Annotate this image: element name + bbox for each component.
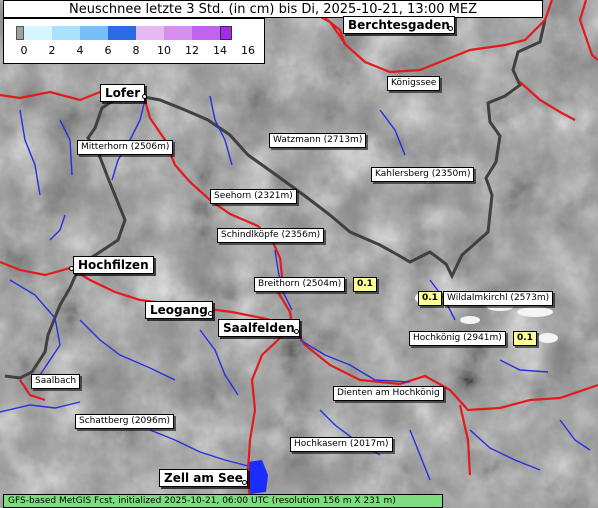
map-title: Neuschnee letzte 3 Std. (in cm) bis Di, … <box>3 0 543 18</box>
town-label-saalfelden[interactable]: Saalfelden <box>218 319 300 337</box>
town-marker <box>142 94 147 99</box>
peak-label-hochkoenig[interactable]: Hochkönig (2941m) <box>409 331 506 346</box>
peak-label-seehorn[interactable]: Seehorn (2321m) <box>210 189 297 204</box>
legend-tick: 8 <box>132 44 140 57</box>
snow-value-hochkoenig: 0.1 <box>513 331 537 346</box>
town-label-leogang[interactable]: Leogang <box>145 301 213 319</box>
legend: 0 2 4 6 8 10 12 14 16 <box>3 18 265 64</box>
legend-swatch-4 <box>108 26 136 40</box>
peak-label-schindlkoepfe[interactable]: Schindlköpfe (2356m) <box>217 228 325 243</box>
legend-tick: 6 <box>104 44 112 57</box>
town-label-zell-am-see[interactable]: Zell am See <box>159 469 248 487</box>
legend-tick: 10 <box>157 44 171 57</box>
snow-value-wildalmkirchl: 0.1 <box>418 291 442 306</box>
peak-label-schattberg[interactable]: Schattberg (2096m) <box>75 414 174 429</box>
peak-label-breithorn[interactable]: Breithorn (2504m) <box>254 277 346 292</box>
legend-swatch-7 <box>192 26 220 40</box>
peak-label-hochkasern[interactable]: Hochkasern (2017m) <box>290 437 393 452</box>
peak-label-wildalmkirchl[interactable]: Wildalmkirchl (2573m) <box>443 291 554 306</box>
legend-swatch-5 <box>136 26 164 40</box>
legend-colorbar <box>16 26 232 40</box>
place-label-dienten-am-hochkoenig[interactable]: Dienten am Hochkönig <box>333 386 444 401</box>
legend-tick: 16 <box>241 44 255 57</box>
town-marker <box>242 480 247 485</box>
legend-swatch-8 <box>220 26 232 40</box>
place-label-saalbach[interactable]: Saalbach <box>31 374 81 389</box>
snow-map: Neuschnee letzte 3 Std. (in cm) bis Di, … <box>0 0 598 508</box>
peak-label-watzmann[interactable]: Watzmann (2713m) <box>269 133 367 148</box>
town-label-berchtesgaden[interactable]: Berchtesgaden <box>343 16 455 34</box>
terrain-layer <box>0 0 598 508</box>
legend-swatch-2 <box>52 26 80 40</box>
legend-tick: 0 <box>20 44 28 57</box>
legend-tick: 2 <box>48 44 56 57</box>
town-label-lofer[interactable]: Lofer <box>100 84 146 102</box>
town-marker <box>208 311 213 316</box>
legend-swatch-3 <box>80 26 108 40</box>
legend-tick: 14 <box>213 44 227 57</box>
town-label-hochfilzen[interactable]: Hochfilzen <box>73 256 154 274</box>
town-marker <box>448 26 453 31</box>
snow-value-breithorn: 0.1 <box>353 277 377 292</box>
peak-label-kahlersberg[interactable]: Kahlersberg (2350m) <box>371 167 475 182</box>
town-marker <box>69 266 74 271</box>
legend-swatch-0 <box>16 26 24 40</box>
legend-tick: 12 <box>185 44 199 57</box>
legend-swatch-6 <box>164 26 192 40</box>
legend-swatch-1 <box>24 26 52 40</box>
peak-label-mitterhorn[interactable]: Mitterhorn (2506m) <box>77 140 174 155</box>
footer-info: GFS-based MetGIS Fcst, initialized 2025-… <box>3 494 443 508</box>
terrain-relief <box>0 0 598 508</box>
legend-tick: 4 <box>76 44 84 57</box>
town-marker <box>294 329 299 334</box>
place-label-koenigssee[interactable]: Königssee <box>387 76 441 91</box>
